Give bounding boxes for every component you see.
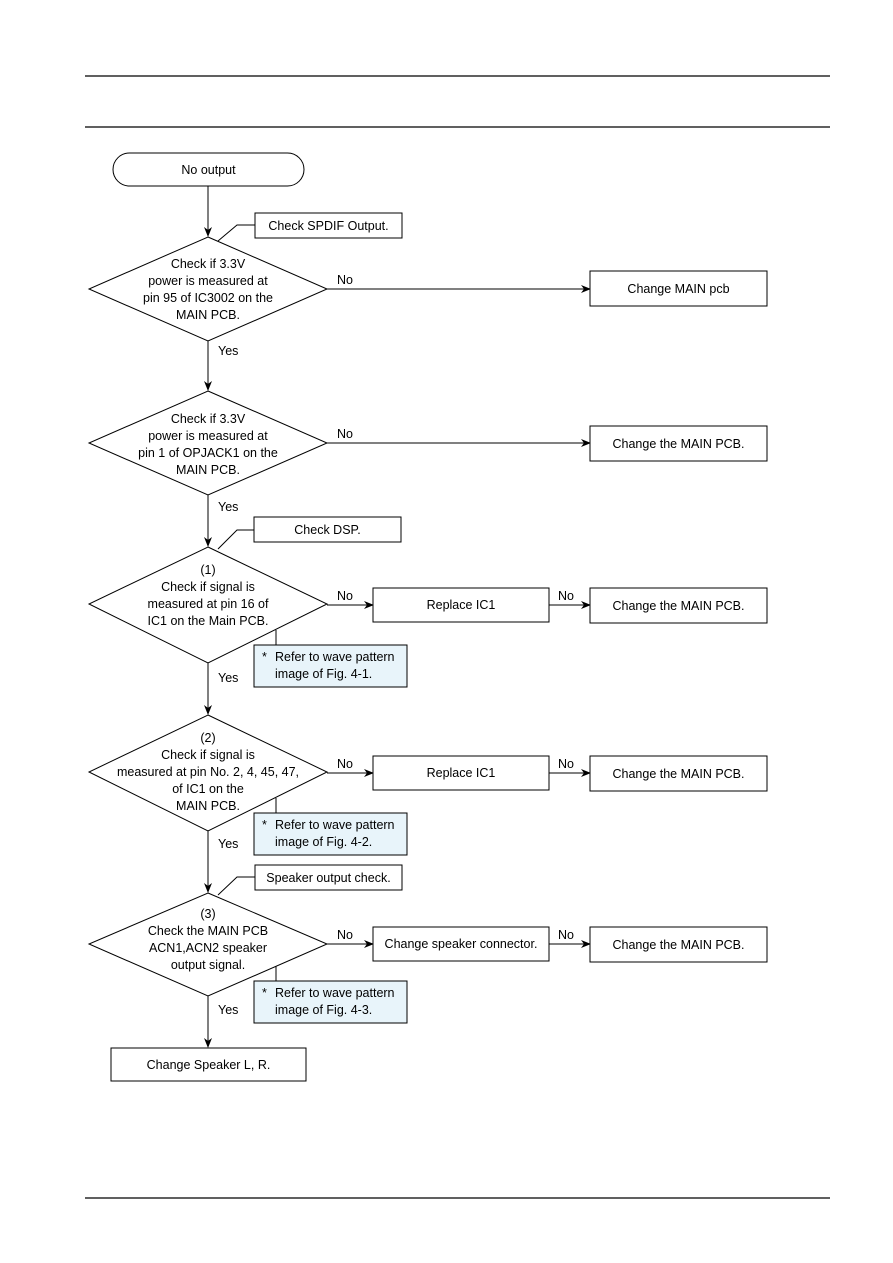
decision-3-line-3: measured at pin 16 of [148,597,269,611]
d2-yes-label: Yes [218,500,238,514]
decision-4-line-2: Check if signal is [161,748,255,762]
decision-1-line-4: MAIN PCB. [176,308,240,322]
decision-4-line-5: MAIN PCB. [176,799,240,813]
d3-no-label: No [337,589,353,603]
note-3-line-2: image of Fig. 4-3. [275,1003,372,1017]
action-d5-yes-text: Change Speaker L, R. [147,1058,271,1072]
callout-spdif-text: Check SPDIF Output. [268,219,388,233]
start-label: No output [181,163,236,177]
action-d4-no2: Change the MAIN PCB. [589,755,768,792]
decision-4-line-3: measured at pin No. 2, 4, 45, 47, [117,765,299,779]
decision-2-line-1: Check if 3.3V [171,412,246,426]
decision-5-line-4: output signal. [171,958,245,972]
d4-no2-label: No [558,757,574,771]
start-terminator: No output [112,152,305,187]
decision-4-line-1: (2) [200,731,215,745]
action-d1-no-text: Change MAIN pcb [627,282,729,296]
decision-3-line-4: IC1 on the Main PCB. [148,614,269,628]
decision-2-line-2: power is measured at [148,429,268,443]
action-d4-no-text: Replace IC1 [427,766,496,780]
decision-1-line-3: pin 95 of IC3002 on the [143,291,273,305]
d1-yes-label: Yes [218,344,238,358]
d3-yes-label: Yes [218,671,238,685]
decision-3-line-2: Check if signal is [161,580,255,594]
action-d4-no2-text: Change the MAIN PCB. [612,767,744,781]
note-3-bullet: * [262,986,267,1000]
d5-yes-label: Yes [218,1003,238,1017]
action-d5-no2: Change the MAIN PCB. [589,926,768,963]
decision-5-line-1: (3) [200,907,215,921]
action-d3-no2-text: Change the MAIN PCB. [612,599,744,613]
decision-2: Check if 3.3V power is measured at pin 1… [87,390,329,496]
d4-yes-label: Yes [218,837,238,851]
action-d3-no: Replace IC1 [372,587,550,623]
decision-2-line-4: MAIN PCB. [176,463,240,477]
flowchart-diagram: No output Check SPDIF Output. Check if 3… [85,75,830,1199]
callout-dsp: Check DSP. [217,516,402,550]
action-d5-no-text: Change speaker connector. [385,937,538,951]
callout-spdif: Check SPDIF Output. [217,212,403,242]
decision-1: Check if 3.3V power is measured at pin 9… [87,236,329,342]
decision-4-line-4: of IC1 on the [172,782,244,796]
decision-2-line-3: pin 1 of OPJACK1 on the [138,446,278,460]
note-fig-4-2: * Refer to wave pattern image of Fig. 4-… [253,812,408,856]
decision-5-line-3: ACN1,ACN2 speaker [149,941,267,955]
d1-no-label: No [337,273,353,287]
d4-no-label: No [337,757,353,771]
d5-no2-label: No [558,928,574,942]
callout-dsp-text: Check DSP. [294,523,360,537]
note-1-line-1: Refer to wave pattern [275,650,395,664]
note-1-bullet: * [262,650,267,664]
action-d3-no2: Change the MAIN PCB. [589,587,768,624]
note-3-line-1: Refer to wave pattern [275,986,395,1000]
note-fig-4-3: * Refer to wave pattern image of Fig. 4-… [253,980,408,1024]
action-d5-no2-text: Change the MAIN PCB. [612,938,744,952]
note-2-line-2: image of Fig. 4-2. [275,835,372,849]
d2-no-label: No [337,427,353,441]
note-2-line-1: Refer to wave pattern [275,818,395,832]
action-d2-no: Change the MAIN PCB. [589,425,768,462]
note-fig-4-1: * Refer to wave pattern image of Fig. 4-… [253,644,408,688]
callout-speaker-text: Speaker output check. [266,871,390,885]
d5-no-label: No [337,928,353,942]
decision-1-line-2: power is measured at [148,274,268,288]
note-2-bullet: * [262,818,267,832]
action-d3-no-text: Replace IC1 [427,598,496,612]
d3-no2-label: No [558,589,574,603]
action-d1-no: Change MAIN pcb [589,270,768,307]
decision-3-line-1: (1) [200,563,215,577]
action-d2-no-text: Change the MAIN PCB. [612,437,744,451]
callout-speaker: Speaker output check. [217,864,403,896]
action-d5-no: Change speaker connector. [372,926,550,962]
note-1-line-2: image of Fig. 4-1. [275,667,372,681]
action-d4-no: Replace IC1 [372,755,550,791]
decision-5-line-2: Check the MAIN PCB [148,924,268,938]
action-d5-yes: Change Speaker L, R. [110,1047,307,1082]
decision-1-line-1: Check if 3.3V [171,257,246,271]
